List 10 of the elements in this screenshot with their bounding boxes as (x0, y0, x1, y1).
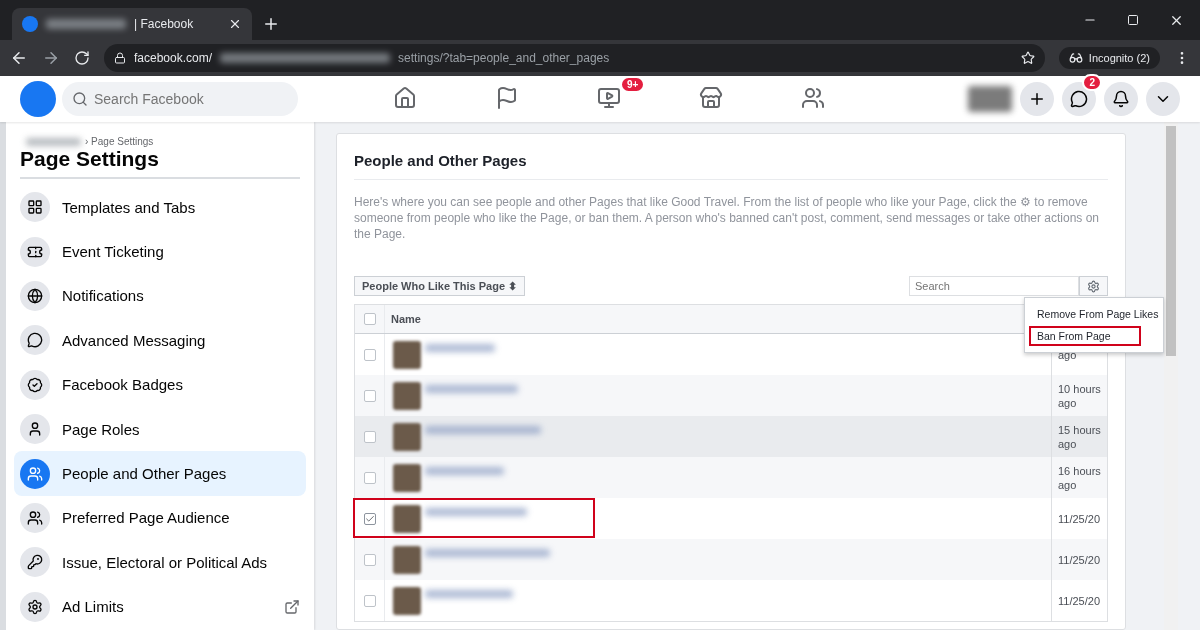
tab-title: | Facebook (134, 17, 195, 31)
notification-badge: 2 (1082, 74, 1102, 91)
section-title: People and Other Pages (354, 152, 1108, 180)
notification-badge: 9+ (620, 76, 646, 93)
column-header: Name (390, 313, 421, 325)
description: Here's where you can see people and other Pages that like Good Travel. From the list of people who like your Page, click the ⚙ to remove someone from people who like the Page, or ban them. A person who's banned can't post, comment, send messages or take other actions on the Page. (354, 194, 1101, 242)
url-path: settings/?tab=people_and_other_pages (398, 51, 610, 65)
table-cell: 11/25/20 (1051, 580, 1107, 621)
page-title: Page Settings (20, 147, 300, 179)
url-domain: facebook.com/ (134, 51, 213, 65)
